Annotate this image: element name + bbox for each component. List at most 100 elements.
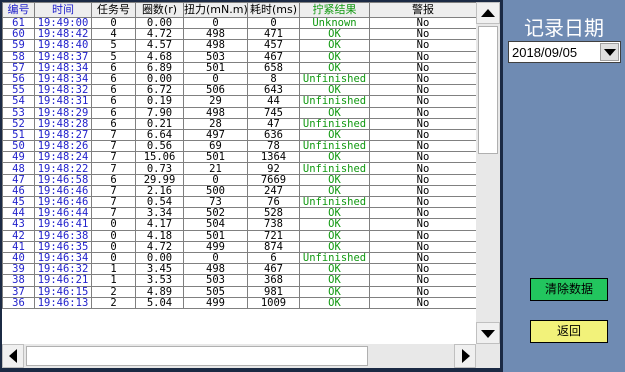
cell-task: 7 xyxy=(91,184,136,198)
cell-torque: 501 xyxy=(183,151,248,164)
scroll-down-button[interactable] xyxy=(476,322,500,344)
records-table: 编号 时间 任务号 圈数(r) 扭力(mN.m) 耗时(ms) 拧紧结果 警报 … xyxy=(2,2,476,309)
table-row[interactable]: 46 19:46:46 7 2.16 500 247 OK No xyxy=(2,184,476,198)
cell-time: 19:46:32 xyxy=(34,263,92,276)
clear-data-button[interactable]: 清除数据 xyxy=(530,278,608,301)
cell-id: 47 xyxy=(2,173,35,186)
cell-alarm: No xyxy=(369,173,476,186)
table-row[interactable]: 40 19:46:34 0 0.00 0 6 Unfinished No xyxy=(2,251,476,265)
table-row[interactable]: 52 19:48:28 6 0.21 28 47 Unfinished No xyxy=(2,117,476,130)
cell-time: 19:46:21 xyxy=(34,274,92,287)
cell-time: 19:46:13 xyxy=(34,296,92,309)
back-button[interactable]: 返回 xyxy=(530,320,608,343)
table-row[interactable]: 39 19:46:32 1 3.45 498 467 OK No xyxy=(2,263,476,276)
table-row[interactable]: 53 19:48:29 6 7.90 498 745 OK No xyxy=(2,106,476,119)
table-row[interactable]: 47 19:46:58 6 29.99 0 7669 OK No xyxy=(2,173,476,186)
cell-turns: 0.00 xyxy=(135,16,184,30)
date-select[interactable]: 2018/09/05 xyxy=(508,41,621,63)
cell-time: 19:49:00 xyxy=(34,16,92,30)
table-row[interactable]: 59 19:48:40 5 4.57 498 457 OK No xyxy=(2,39,476,52)
cell-turns: 4.18 xyxy=(135,229,184,242)
col-header-time[interactable]: 时间 xyxy=(34,2,92,18)
cell-id: 43 xyxy=(2,218,35,231)
cell-turns: 6.89 xyxy=(135,61,184,74)
table-row[interactable]: 36 19:46:13 2 5.04 499 1009 OK No xyxy=(2,296,476,309)
cell-result: OK xyxy=(299,106,370,119)
cell-turns: 3.45 xyxy=(135,263,184,276)
cell-task: 0 xyxy=(91,218,136,231)
cell-alarm: No xyxy=(369,296,476,309)
cell-id: 39 xyxy=(2,263,35,276)
cell-duration: 76 xyxy=(247,195,300,209)
cell-task: 0 xyxy=(91,16,136,30)
cell-result: Unfinished xyxy=(299,117,370,130)
cell-duration: 8 xyxy=(247,72,300,86)
cell-alarm: No xyxy=(369,128,476,142)
col-header-turns[interactable]: 圈数(r) xyxy=(135,2,184,18)
table-row[interactable]: 37 19:46:15 2 4.89 505 981 OK No xyxy=(2,285,476,298)
arrow-up-icon xyxy=(481,9,495,17)
cell-id: 61 xyxy=(2,16,35,30)
cell-alarm: No xyxy=(369,72,476,86)
horizontal-scroll-thumb[interactable] xyxy=(26,346,368,366)
table-row[interactable]: 56 19:48:34 6 0.00 0 8 Unfinished No xyxy=(2,72,476,86)
table-row[interactable]: 44 19:46:44 7 3.34 502 528 OK No xyxy=(2,207,476,220)
cell-turns: 4.72 xyxy=(135,240,184,253)
cell-task: 6 xyxy=(91,106,136,119)
cell-turns: 29.99 xyxy=(135,173,184,186)
scroll-left-button[interactable] xyxy=(2,344,24,368)
cell-duration: 44 xyxy=(247,95,300,108)
cell-duration: 467 xyxy=(247,50,300,63)
cell-turns: 4.72 xyxy=(135,28,184,41)
col-header-duration[interactable]: 耗时(ms) xyxy=(247,2,300,18)
table-row[interactable]: 51 19:48:27 7 6.64 497 636 OK No xyxy=(2,128,476,142)
table-row[interactable]: 42 19:46:38 0 4.18 501 721 OK No xyxy=(2,229,476,242)
scrollbar-corner xyxy=(476,344,500,368)
cell-torque: 0 xyxy=(183,72,248,86)
cell-id: 53 xyxy=(2,106,35,119)
scroll-right-button[interactable] xyxy=(454,344,476,368)
table-row[interactable]: 60 19:48:42 4 4.72 498 471 OK No xyxy=(2,28,476,41)
cell-torque: 0 xyxy=(183,251,248,265)
horizontal-scrollbar[interactable] xyxy=(2,344,476,368)
vertical-scroll-thumb[interactable] xyxy=(478,26,498,154)
cell-result: OK xyxy=(299,184,370,198)
cell-time: 19:48:26 xyxy=(34,140,92,153)
cell-torque: 29 xyxy=(183,95,248,108)
table-row[interactable]: 45 19:46:46 7 0.54 73 76 Unfinished No xyxy=(2,195,476,209)
col-header-torque[interactable]: 扭力(mN.m) xyxy=(183,2,248,18)
cell-torque: 499 xyxy=(183,296,248,309)
table-row[interactable]: 58 19:48:37 5 4.68 503 467 OK No xyxy=(2,50,476,63)
cell-alarm: No xyxy=(369,229,476,242)
table-row[interactable]: 50 19:48:26 7 0.56 69 78 Unfinished No xyxy=(2,140,476,153)
table-row[interactable]: 38 19:46:21 1 3.53 503 368 OK No xyxy=(2,274,476,287)
table-row[interactable]: 41 19:46:35 0 4.72 499 874 OK No xyxy=(2,240,476,253)
table-row[interactable]: 61 19:49:00 0 0.00 0 0 Unknown No xyxy=(2,16,476,30)
table-row[interactable]: 54 19:48:31 6 0.19 29 44 Unfinished No xyxy=(2,95,476,108)
table-row[interactable]: 48 19:48:22 7 0.73 21 92 Unfinished No xyxy=(2,162,476,175)
date-dropdown-button[interactable] xyxy=(600,43,619,61)
cell-time: 19:46:38 xyxy=(34,229,92,242)
cell-result: Unfinished xyxy=(299,251,370,265)
vertical-scrollbar[interactable] xyxy=(476,2,500,344)
col-header-alarm[interactable]: 警报 xyxy=(369,2,476,18)
scroll-up-button[interactable] xyxy=(476,2,500,24)
cell-duration: 643 xyxy=(247,84,300,97)
cell-result: OK xyxy=(299,296,370,309)
cell-alarm: No xyxy=(369,61,476,74)
col-header-task[interactable]: 任务号 xyxy=(91,2,136,18)
cell-alarm: No xyxy=(369,151,476,164)
col-header-result[interactable]: 拧紧结果 xyxy=(299,2,370,18)
arrow-right-icon xyxy=(462,349,470,363)
table-row[interactable]: 57 19:48:34 6 6.89 501 658 OK No xyxy=(2,61,476,74)
col-header-id[interactable]: 编号 xyxy=(2,2,35,18)
table-row[interactable]: 43 19:46:41 0 4.17 504 738 OK No xyxy=(2,218,476,231)
table-row[interactable]: 49 19:48:24 7 15.06 501 1364 OK No xyxy=(2,151,476,164)
cell-alarm: No xyxy=(369,106,476,119)
cell-torque: 28 xyxy=(183,117,248,130)
table-row[interactable]: 55 19:48:32 6 6.72 506 643 OK No xyxy=(2,84,476,97)
cell-turns: 0.00 xyxy=(135,251,184,265)
cell-id: 38 xyxy=(2,274,35,287)
cell-duration: 368 xyxy=(247,274,300,287)
cell-time: 19:46:44 xyxy=(34,207,92,220)
